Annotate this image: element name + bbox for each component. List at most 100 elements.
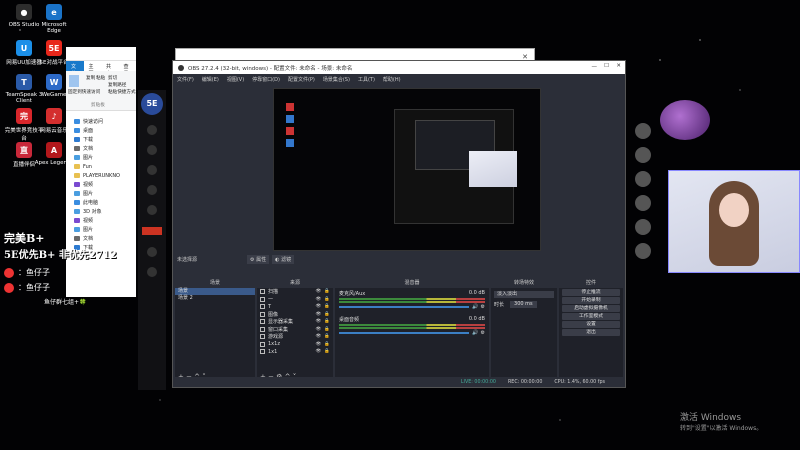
source-item[interactable]: 1x1z 👁 🔒	[257, 341, 333, 349]
lock-icon[interactable]: 🔒	[324, 334, 330, 339]
menu-item[interactable]: 工具(T)	[354, 76, 379, 83]
visibility-icon[interactable]: 👁	[316, 349, 322, 354]
obs-titlebar[interactable]: OBS 27.2.4 (32-bit, windows) - 配置文件: 未命名…	[173, 61, 625, 74]
friend-avatar[interactable]	[635, 243, 651, 259]
minimize-icon[interactable]: —	[592, 64, 598, 70]
lock-icon[interactable]: 🔒	[324, 349, 330, 354]
nav-icon-2[interactable]	[147, 145, 157, 155]
obs-preview-canvas[interactable]	[273, 88, 541, 251]
nav-item[interactable]: 此电脑	[66, 198, 136, 207]
visibility-icon[interactable]: 👁	[316, 289, 322, 294]
nav-item[interactable]: 图片	[66, 189, 136, 198]
copy-button[interactable]: 复制	[86, 75, 95, 81]
tab-file[interactable]: 文件	[66, 61, 84, 77]
tab-view[interactable]: 查看	[119, 61, 137, 77]
lock-icon[interactable]: 🔒	[324, 304, 330, 309]
tab-share[interactable]: 共享	[101, 61, 119, 77]
speaker-icon[interactable]: 🔊	[472, 304, 478, 310]
visibility-icon[interactable]: 👁	[316, 297, 322, 302]
menu-item[interactable]: 配置文件(P)	[284, 76, 319, 83]
source-type-icon	[260, 326, 265, 332]
menu-item[interactable]: 编辑(E)	[198, 76, 223, 83]
menu-item[interactable]: 停靠窗口(D)	[248, 76, 284, 83]
nav-item[interactable]: 视频	[66, 216, 136, 225]
control-button[interactable]: 设置	[562, 321, 620, 328]
gear-icon[interactable]: ⚙	[481, 304, 485, 310]
scene-item[interactable]: 场景 2	[175, 295, 255, 302]
visibility-icon[interactable]: 👁	[316, 304, 322, 309]
menu-item[interactable]: 视图(V)	[223, 76, 248, 83]
source-item[interactable]: 游戏源 👁 🔒	[257, 333, 333, 341]
cut-button[interactable]: 剪切	[108, 75, 117, 81]
visibility-icon[interactable]: 👁	[316, 312, 322, 317]
gear-icon[interactable]: ⚙	[481, 330, 485, 336]
visibility-icon[interactable]: 👁	[316, 334, 322, 339]
nav-icon-5[interactable]	[147, 205, 157, 215]
paste-button[interactable]: 粘贴	[96, 75, 105, 81]
source-item[interactable]: 图像 👁 🔒	[257, 311, 333, 319]
pin-icon[interactable]	[69, 75, 79, 87]
visibility-icon[interactable]: 👁	[316, 327, 322, 332]
scene-item[interactable]: 场景	[175, 288, 255, 295]
nav-item[interactable]: 图片	[66, 153, 136, 162]
desktop-icon[interactable]: e Microsoft Edge	[34, 4, 74, 34]
friend-avatar[interactable]	[635, 219, 651, 235]
lock-icon[interactable]: 🔒	[324, 312, 330, 317]
visibility-icon[interactable]: 👁	[316, 319, 322, 324]
lock-icon[interactable]: 🔒	[324, 319, 330, 324]
tab-home[interactable]: 主页	[84, 61, 102, 77]
friend-avatar[interactable]	[635, 195, 651, 211]
visibility-icon[interactable]: 👁	[316, 342, 322, 347]
paste-shortcut-button[interactable]: 粘贴快捷方式	[108, 89, 136, 95]
explorer-titlebar[interactable]	[66, 47, 136, 61]
source-item[interactable]: 1x1 👁 🔒	[257, 348, 333, 356]
nav-icon-3[interactable]	[147, 165, 157, 175]
friend-avatar[interactable]	[635, 123, 651, 139]
nav-icon-1[interactable]	[147, 125, 157, 135]
control-button[interactable]: 工作室模式	[562, 313, 620, 320]
properties-button[interactable]: ⚙ 属性	[247, 254, 270, 264]
lock-icon[interactable]: 🔒	[324, 342, 330, 347]
maximize-icon[interactable]: ☐	[604, 63, 609, 69]
source-item[interactable]: T 👁 🔒	[257, 303, 333, 311]
5e-logo-icon[interactable]: 5E	[141, 93, 163, 115]
source-item[interactable]: 窗口采集 👁 🔒	[257, 326, 333, 334]
friend-avatar[interactable]	[635, 171, 651, 187]
settings-icon[interactable]	[147, 267, 157, 277]
star-icon	[74, 119, 80, 124]
top-badge-icon[interactable]	[142, 227, 162, 235]
lock-icon[interactable]: 🔒	[324, 289, 330, 294]
duration-input[interactable]: 300 ms	[510, 301, 537, 308]
nav-item[interactable]: 3D 对象	[66, 207, 136, 216]
source-item[interactable]: 一 👁 🔒	[257, 296, 333, 304]
nav-item[interactable]: 桌面	[66, 126, 136, 135]
lock-icon[interactable]: 🔒	[324, 297, 330, 302]
nav-item[interactable]: 下载	[66, 135, 136, 144]
nav-item[interactable]: 文档	[66, 144, 136, 153]
close-icon[interactable]: ✕	[616, 63, 621, 69]
control-button[interactable]: 开始录制	[562, 297, 620, 304]
volume-slider[interactable]	[339, 306, 470, 308]
control-button[interactable]: 退出	[562, 329, 620, 336]
menu-item[interactable]: 帮助(H)	[379, 76, 405, 83]
control-button[interactable]: 停止推流	[562, 289, 620, 296]
search-icon[interactable]	[147, 247, 157, 257]
nav-item[interactable]: 视频	[66, 180, 136, 189]
nav-icon-4[interactable]	[147, 185, 157, 195]
nav-item[interactable]: Fun	[66, 162, 136, 171]
control-button[interactable]: 启动虚拟摄像机	[562, 305, 620, 312]
menu-item[interactable]: 文件(F)	[173, 76, 198, 83]
obs-window[interactable]: OBS 27.2.4 (32-bit, windows) - 配置文件: 未命名…	[172, 60, 626, 388]
quick-access[interactable]: 快速访问	[66, 117, 136, 126]
source-item[interactable]: 显示器采集 👁 🔒	[257, 318, 333, 326]
source-item[interactable]: 扫描 👁 🔒	[257, 288, 333, 296]
nav-item[interactable]: PLAYERUNKNO	[66, 171, 136, 180]
menu-item[interactable]: 场景集合(S)	[319, 76, 354, 83]
lock-icon[interactable]: 🔒	[324, 327, 330, 332]
volume-slider[interactable]	[339, 332, 470, 334]
transition-select[interactable]: 淡入淡出	[494, 291, 554, 298]
speaker-icon[interactable]: 🔊	[472, 330, 478, 336]
filters-button[interactable]: ◐ 滤镜	[272, 254, 295, 264]
friend-avatar[interactable]	[635, 147, 651, 163]
copy-path-button[interactable]: 复制路径	[108, 82, 126, 88]
